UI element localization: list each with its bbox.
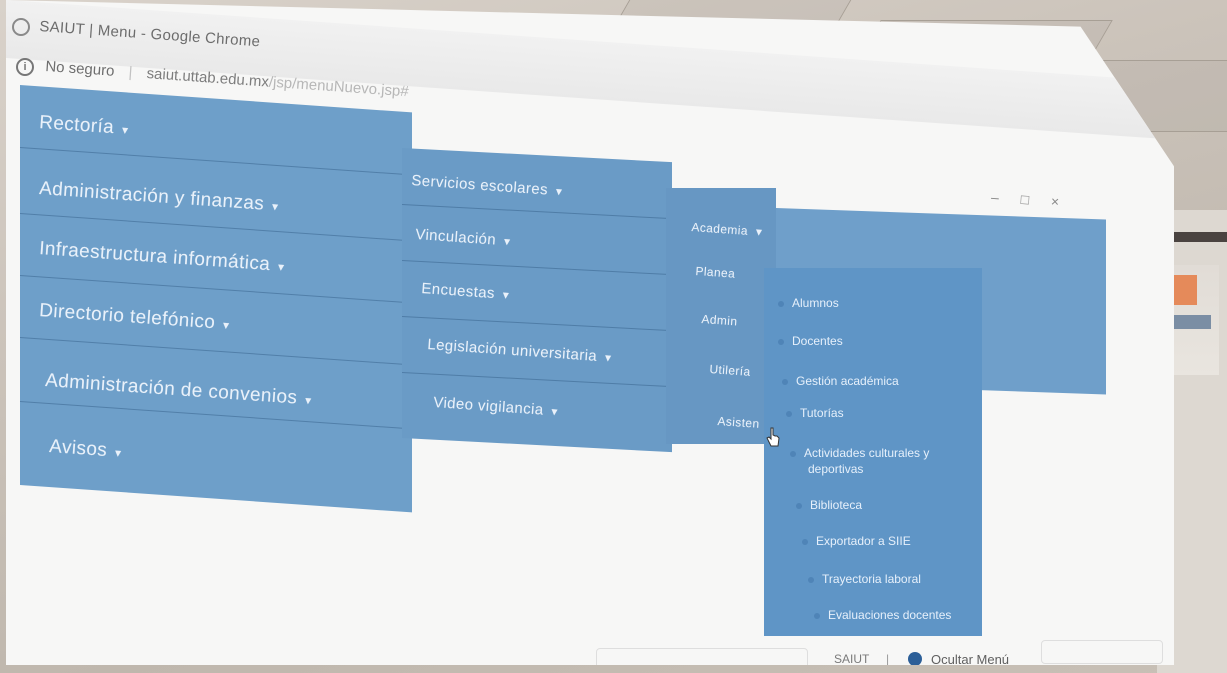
status-separator: | <box>886 652 890 666</box>
dropdown-item-label: Actividades culturales y <box>804 446 930 460</box>
url-separator: | <box>128 63 134 82</box>
caret-down-icon: ▾ <box>222 317 230 333</box>
dropdown-item-label: Alumnos <box>792 296 839 310</box>
caret-down-icon: ▾ <box>304 393 313 408</box>
dropdown-item-docentes[interactable]: Docentes <box>778 334 843 348</box>
nav-item-label: Asisten <box>717 414 761 431</box>
dropdown-item-label: Evaluaciones docentes <box>828 608 952 622</box>
bullet-icon <box>778 338 784 345</box>
nav-item-label: Rectoría <box>38 112 115 139</box>
dropdown-item-tutorias[interactable]: Tutorías <box>786 406 844 420</box>
browser-window: SAIUT | Menu - Google Chrome i No seguro… <box>6 0 1174 665</box>
bullet-icon <box>786 410 792 417</box>
nav-item-utileria[interactable]: Utilería <box>709 362 751 379</box>
caret-down-icon: ▾ <box>503 234 511 249</box>
nav-item-asistencia[interactable]: Asisten <box>717 414 760 431</box>
dropdown-item-exportador[interactable]: Exportador a SIIE <box>802 534 911 548</box>
bullet-icon <box>790 450 796 457</box>
caret-down-icon: ▾ <box>502 287 510 303</box>
caret-down-icon: ▾ <box>121 122 129 138</box>
window-controls: – □ × <box>991 189 1082 211</box>
bullet-icon <box>808 576 814 583</box>
bullet-icon <box>796 502 802 509</box>
maximize-icon[interactable]: □ <box>1020 191 1030 208</box>
caret-down-icon: ▾ <box>555 184 563 199</box>
close-icon[interactable]: × <box>1050 193 1059 210</box>
dropdown-item-biblioteca[interactable]: Biblioteca <box>796 498 862 512</box>
caret-down-icon: ▾ <box>755 224 763 239</box>
nav-item-label: Planea <box>695 264 736 281</box>
status-app-label: SAIUT <box>834 652 870 666</box>
nav-item-label: Admin <box>701 312 738 329</box>
dropdown-item-actividades-cont: deportivas <box>808 462 863 476</box>
wall-stripe <box>1165 232 1227 242</box>
bullet-icon <box>802 538 808 545</box>
caret-down-icon: ▾ <box>550 404 559 419</box>
dropdown-item-label: Exportador a SIIE <box>816 534 911 548</box>
caret-down-icon: ▾ <box>604 350 612 365</box>
dropdown-item-label: Docentes <box>792 334 843 348</box>
dropdown-item-label: deportivas <box>808 462 864 476</box>
nav-item-planea[interactable]: Planea <box>695 264 736 281</box>
hand-cursor-icon <box>766 427 780 447</box>
nav-item-label: Avisos <box>48 436 108 461</box>
status-right-field <box>1041 640 1163 664</box>
minimize-icon[interactable]: – <box>991 189 1000 206</box>
dropdown-item-label: Biblioteca <box>810 498 863 512</box>
bullet-icon <box>782 378 788 385</box>
dropdown-item-gestion-academica[interactable]: Gestión académica <box>782 374 899 388</box>
dropdown-item-label: Gestión académica <box>796 374 899 388</box>
hide-menu-button[interactable]: Ocultar Menú <box>931 652 1009 665</box>
dropdown-item-label: Trayectoria laboral <box>822 572 921 586</box>
caret-down-icon: ▾ <box>271 199 279 214</box>
insecure-label: No seguro <box>44 58 116 80</box>
dropdown-item-label: Tutorías <box>800 406 844 420</box>
dropdown-item-actividades[interactable]: Actividades culturales y <box>790 446 929 460</box>
dropdown-item-evaluaciones[interactable]: Evaluaciones docentes <box>814 608 951 622</box>
nav-item-label: Utilería <box>709 362 752 379</box>
bullet-icon <box>778 300 784 307</box>
info-icon[interactable]: i <box>16 58 34 76</box>
hide-menu-icon[interactable] <box>908 652 922 665</box>
caret-down-icon: ▾ <box>114 445 122 461</box>
dropdown-item-alumnos[interactable]: Alumnos <box>778 296 839 310</box>
caret-down-icon: ▾ <box>277 259 285 275</box>
nav-item-admin[interactable]: Admin <box>701 312 738 328</box>
dropdown-item-trayectoria[interactable]: Trayectoria laboral <box>808 572 921 586</box>
bullet-icon <box>814 612 820 619</box>
chrome-icon <box>12 18 30 36</box>
